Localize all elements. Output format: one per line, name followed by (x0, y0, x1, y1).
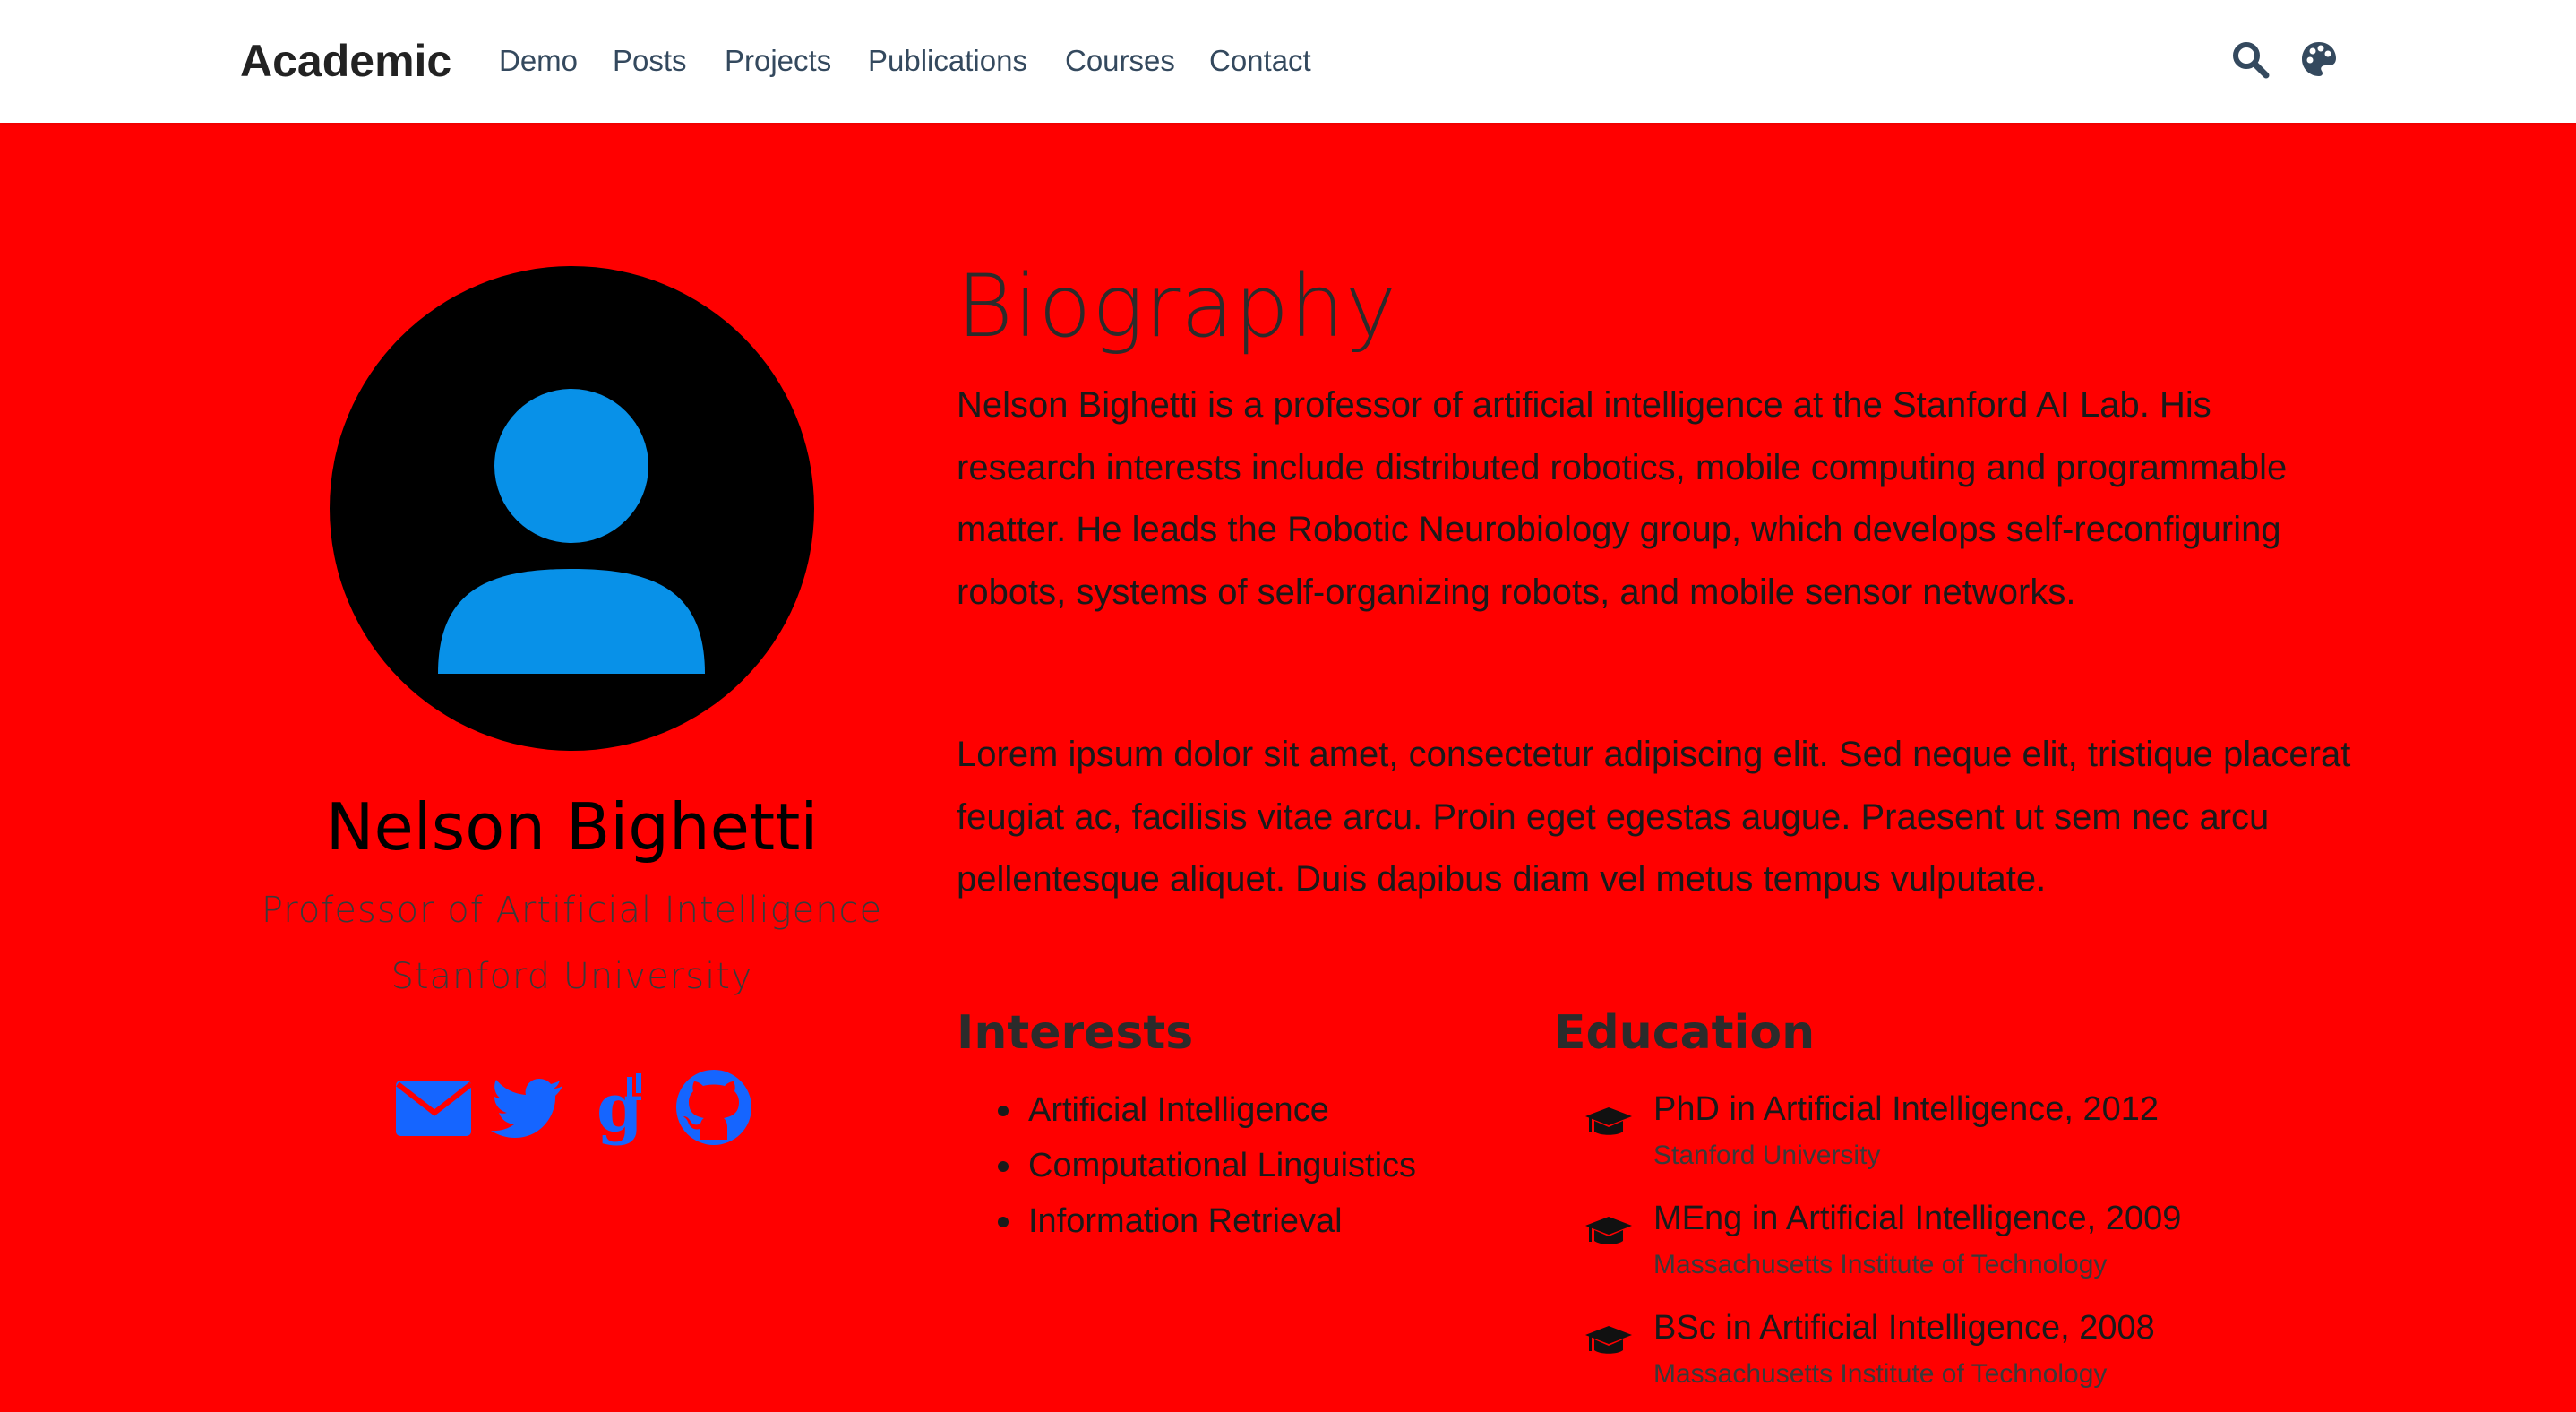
profile-name: Nelson Bighetti (325, 789, 819, 865)
graduation-cap-icon (1585, 1217, 1632, 1244)
interests-heading: Interests (957, 1006, 1194, 1060)
interests-list: Artificial Intelligence Computational Li… (957, 1082, 1416, 1249)
avatar (330, 266, 814, 751)
twitter-icon[interactable] (487, 1068, 568, 1147)
education-item: PhD in Artificial Intelligence, 2012 Sta… (1584, 1084, 2390, 1193)
profile-organization: Stanford University (391, 956, 753, 997)
graduation-cap-icon (1585, 1326, 1632, 1354)
palette-icon[interactable] (2299, 39, 2339, 79)
bullet-icon (998, 1161, 1009, 1172)
education-item: BSc in Artificial Intelligence, 2008 Mas… (1584, 1303, 2390, 1412)
navbar: Academic Demo Posts Projects Publication… (0, 0, 2576, 123)
nav-link-projects[interactable]: Projects (725, 39, 831, 82)
graduation-cap-icon (1585, 1107, 1632, 1135)
user-avatar-icon (438, 389, 705, 674)
interest-label: Artificial Intelligence (1028, 1091, 1329, 1129)
nav-link-contact[interactable]: Contact (1209, 39, 1311, 82)
envelope-icon[interactable] (394, 1068, 475, 1147)
education-degree: PhD in Artificial Intelligence, 2012 (1653, 1090, 2159, 1128)
education-item: MEng in Artificial Intelligence, 2009 Ma… (1584, 1193, 2390, 1303)
nav-link-courses[interactable]: Courses (1065, 39, 1175, 82)
biography-heading: Biography (957, 256, 1397, 357)
biography-paragraph: Lorem ipsum dolor sit amet, consectetur … (957, 735, 2351, 899)
education-institution: Massachusetts Institute of Technology (1653, 1250, 2108, 1279)
nav-link-posts[interactable]: Posts (613, 39, 687, 82)
search-icon[interactable] (2230, 39, 2270, 79)
nav-link-publications[interactable]: Publications (868, 39, 1027, 82)
education-degree: BSc in Artificial Intelligence, 2008 (1653, 1309, 2155, 1347)
bullet-icon (998, 1217, 1009, 1227)
google-scholar-icon[interactable]: g (580, 1068, 661, 1147)
education-institution: Massachusetts Institute of Technology (1653, 1359, 2108, 1389)
biography-paragraph: Nelson Bighetti is a professor of artifi… (957, 385, 2288, 612)
interest-label: Computational Linguistics (1028, 1147, 1417, 1184)
profile-role: Professor of Artificial Intelligence (261, 890, 883, 931)
education-institution: Stanford University (1653, 1141, 1881, 1170)
education-heading: Education (1554, 1006, 1816, 1060)
education-degree: MEng in Artificial Intelligence, 2009 (1653, 1200, 2182, 1237)
github-icon[interactable] (674, 1068, 754, 1147)
nav-link-demo[interactable]: Demo (499, 39, 578, 82)
brand-logo[interactable]: Academic (240, 32, 451, 90)
interest-item: Information Retrieval (957, 1193, 1416, 1249)
interest-item: Computational Linguistics (957, 1138, 1416, 1193)
interest-label: Information Retrieval (1028, 1202, 1343, 1240)
svg-text:g: g (597, 1070, 643, 1147)
interest-item: Artificial Intelligence (957, 1082, 1416, 1138)
bullet-icon (998, 1106, 1009, 1116)
